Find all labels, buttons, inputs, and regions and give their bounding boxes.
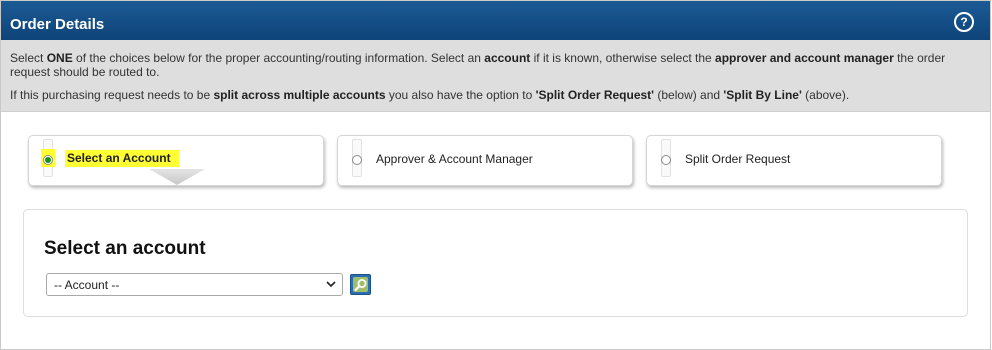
down-arrow-icon: [149, 169, 205, 185]
panel-title: Order Details: [10, 16, 105, 33]
account-dropdown[interactable]: -- Account --: [46, 273, 343, 296]
panel-header: Order Details ?: [1, 1, 990, 40]
instructions-line-1: Select ONE of the choices below for the …: [10, 51, 946, 79]
section-title: Select an account: [44, 238, 206, 259]
choice-split-order-request[interactable]: Split Order Request: [646, 135, 942, 186]
chevron-down-icon: [326, 281, 336, 288]
choice-label: Approver & Account Manager: [376, 152, 533, 166]
instructions-box: Select ONE of the choices below for the …: [1, 40, 990, 112]
instructions-line-2: If this purchasing request needs to be s…: [10, 88, 850, 102]
radio-select-account[interactable]: [43, 155, 53, 165]
radio-approver-account-manager[interactable]: [352, 155, 362, 165]
radio-split-order-request[interactable]: [661, 155, 671, 165]
order-details-panel: Order Details ? Select ONE of the choice…: [0, 0, 991, 350]
magnifier-icon: [354, 279, 367, 292]
choice-label: Split Order Request: [685, 152, 791, 166]
account-search-button[interactable]: [350, 274, 371, 295]
select-account-section: Select an account -- Account --: [23, 209, 968, 317]
account-dropdown-value: -- Account --: [54, 278, 120, 292]
choice-label: Select an Account: [65, 150, 179, 167]
help-icon[interactable]: ?: [954, 12, 974, 32]
choice-approver-account-manager[interactable]: Approver & Account Manager: [337, 135, 633, 186]
